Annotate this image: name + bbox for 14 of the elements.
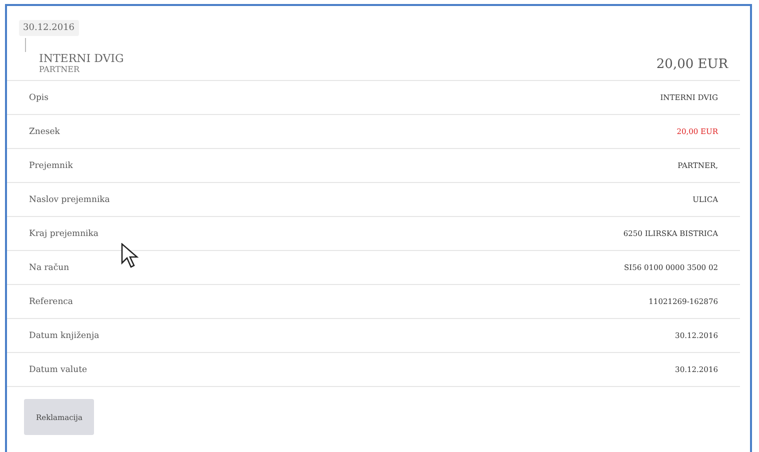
detail-label: Referenca	[29, 296, 74, 306]
detail-label: Opis	[29, 92, 48, 102]
transaction-title: INTERNI DVIG	[39, 52, 124, 65]
detail-label: Na račun	[29, 262, 70, 272]
detail-label: Prejemnik	[29, 160, 73, 170]
detail-label: Naslov prejemnika	[29, 194, 110, 204]
transaction-subtitle: PARTNER	[39, 65, 81, 74]
detail-label: Kraj prejemnika	[29, 228, 98, 238]
date-label: 30.12.2016	[19, 20, 79, 36]
detail-label: Datum valute	[29, 364, 88, 374]
detail-label: Znesek	[29, 126, 60, 136]
transaction-amount: 20,00 EUR	[656, 57, 728, 72]
mouse-pointer-icon	[121, 243, 139, 269]
detail-label: Datum knjiženja	[29, 330, 100, 340]
